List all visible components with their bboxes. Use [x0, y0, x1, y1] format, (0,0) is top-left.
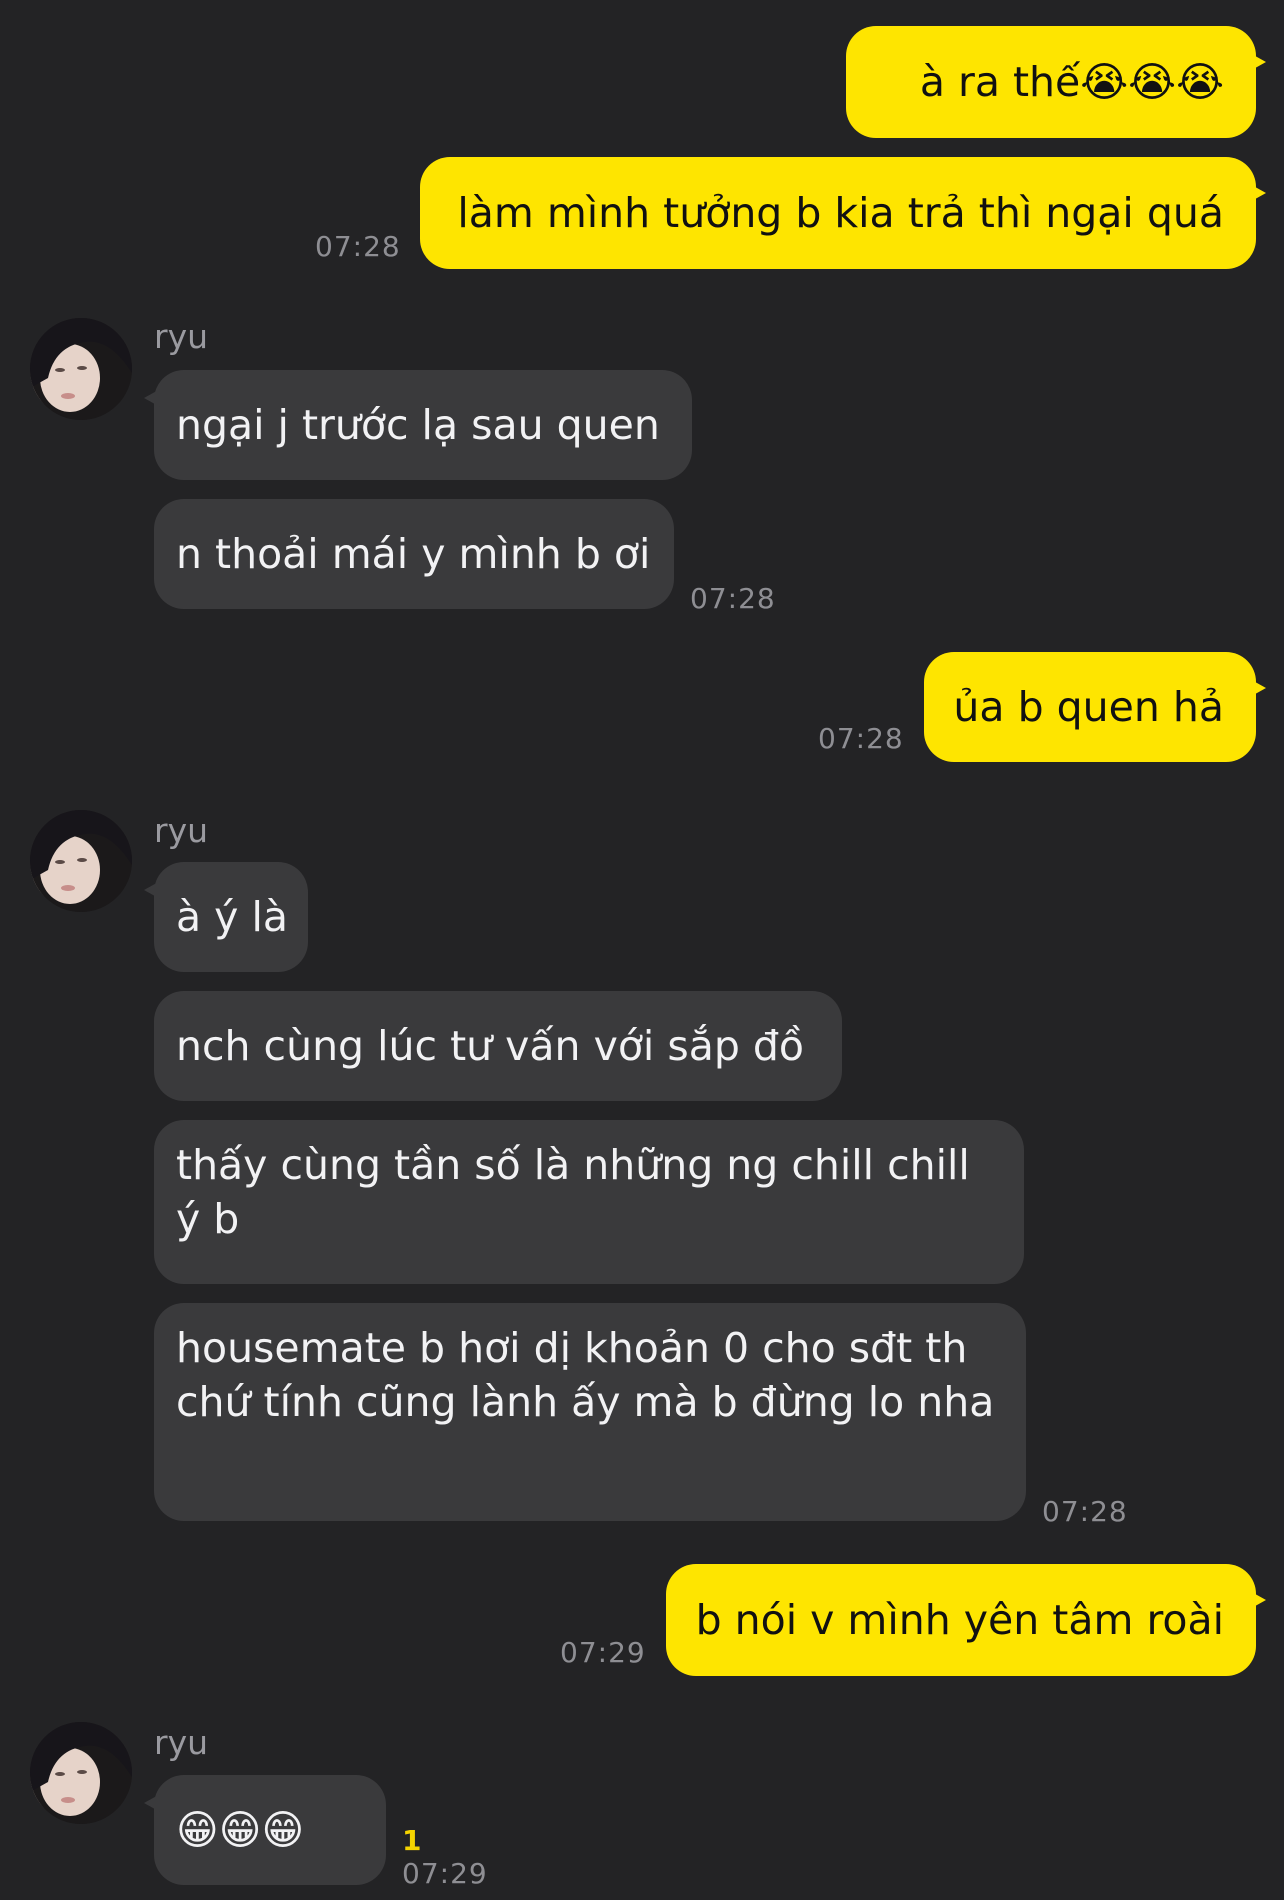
their-message-bubble[interactable]: housemate b hơi dị khoản 0 cho sđt th ch…: [154, 1303, 1026, 1521]
contact-avatar[interactable]: [30, 810, 132, 912]
message-timestamp: 07:28: [818, 722, 904, 755]
message-text: housemate b hơi dị khoản 0 cho sđt th ch…: [176, 1324, 995, 1426]
message-timestamp: 07:29: [402, 1857, 488, 1890]
message-timestamp: 07:28: [690, 582, 776, 615]
message-text: ngại j trước lạ sau quen: [176, 401, 660, 449]
message-text: à ý là: [176, 893, 288, 941]
sender-name: ryu: [154, 811, 209, 850]
their-message-bubble[interactable]: thấy cùng tần số là những ng chill chill…: [154, 1120, 1024, 1284]
message-text: thấy cùng tần số là những ng chill chill…: [176, 1141, 970, 1243]
their-message-bubble[interactable]: à ý là: [144, 862, 308, 972]
message-timestamp: 07:28: [1042, 1495, 1128, 1528]
message-text: n thoải mái y mình b ơi: [176, 530, 651, 578]
their-message-bubble[interactable]: ngại j trước lạ sau quen: [144, 370, 692, 480]
chat-thread[interactable]: à ra thế😭😭😭 07:28 làm mình tưởng b kia t…: [0, 0, 1284, 1900]
message-text: nch cùng lúc tư vấn với sắp đồ: [176, 1022, 804, 1070]
my-message-bubble[interactable]: làm mình tưởng b kia trả thì ngại quá: [420, 157, 1266, 269]
profile-photo-icon: [30, 1722, 132, 1824]
their-message-bubble[interactable]: nch cùng lúc tư vấn với sắp đồ: [154, 991, 842, 1101]
message-timestamp: 07:28: [315, 230, 401, 263]
my-message-bubble[interactable]: à ra thế😭😭😭: [846, 26, 1266, 138]
contact-avatar[interactable]: [30, 1722, 132, 1824]
contact-avatar[interactable]: [30, 318, 132, 420]
message-timestamp: 07:29: [560, 1636, 646, 1669]
message-text: b nói v mình yên tâm roài: [695, 1596, 1224, 1644]
my-message-bubble[interactable]: ủa b quen hả: [924, 652, 1266, 762]
sender-name: ryu: [154, 1723, 209, 1762]
their-message-bubble[interactable]: n thoải mái y mình b ơi: [154, 499, 674, 609]
their-message-bubble[interactable]: 😁😁😁: [144, 1775, 386, 1885]
profile-photo-icon: [30, 810, 132, 912]
message-text: ủa b quen hả: [953, 683, 1224, 731]
my-message-bubble[interactable]: b nói v mình yên tâm roài: [666, 1564, 1266, 1676]
message-text: làm mình tưởng b kia trả thì ngại quá: [457, 189, 1224, 237]
sender-name: ryu: [154, 317, 209, 356]
message-text: à ra thế😭😭😭: [919, 58, 1224, 106]
unread-count: 1: [402, 1824, 422, 1857]
profile-photo-icon: [30, 318, 132, 420]
message-text: 😁😁😁: [176, 1806, 305, 1854]
